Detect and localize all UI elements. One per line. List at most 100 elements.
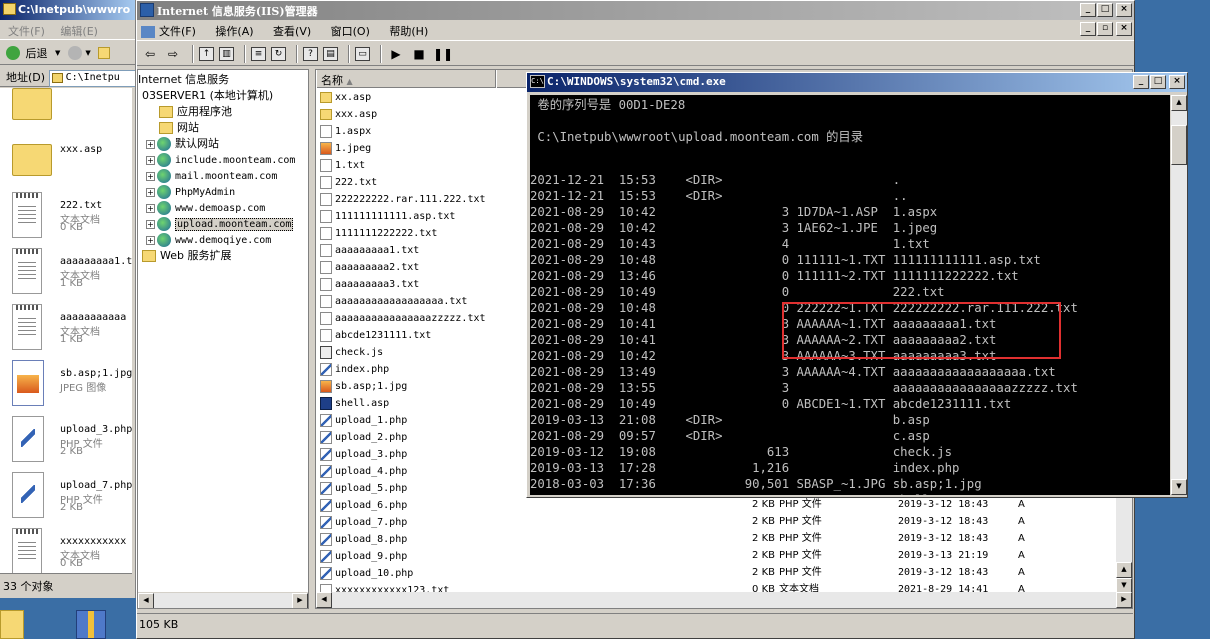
scroll-down-icon[interactable]: ▼	[1171, 479, 1187, 495]
expand-toggle-icon[interactable]: +	[146, 203, 155, 213]
scroll-right-icon[interactable]: ▶	[292, 593, 308, 608]
tree-node[interactable]: 网站	[146, 120, 199, 136]
tree-node[interactable]: + upload.moonteam.com	[146, 216, 294, 232]
file-item[interactable]: upload_7.php PHP 文件 2 KB	[10, 472, 132, 524]
console-line: 2021-08-29 10:49 0 222.txt	[530, 285, 945, 299]
scroll-up-icon[interactable]: ▲	[1116, 562, 1132, 578]
maximize-button[interactable]: □	[1097, 3, 1113, 17]
desktop-folder-icon[interactable]	[0, 610, 24, 639]
menu-file[interactable]: 文件(F)	[159, 25, 196, 38]
scroll-left-icon[interactable]: ◀	[138, 593, 154, 608]
computer-icon[interactable]: ▭	[355, 47, 370, 61]
close-button[interactable]: ×	[1169, 75, 1185, 89]
list-hscroll[interactable]: ◀ ▶	[316, 592, 1132, 608]
console-icon[interactable]: ▤	[323, 47, 338, 61]
scroll-thumb[interactable]	[1171, 125, 1187, 165]
tree-node[interactable]: + www.demoasp.com	[146, 200, 265, 216]
up-level-icon[interactable]: ↑	[199, 47, 214, 61]
tree-node[interactable]: + mail.moonteam.com	[146, 168, 277, 184]
play-icon[interactable]: ▶	[387, 46, 405, 62]
list-item[interactable]: upload_7.php 2 KB PHP 文件 2019-3-12 18:43 A	[320, 513, 1130, 530]
file-item[interactable]: aaaaaaaaaaa 文本文档 1 KB	[10, 304, 132, 356]
minimize-button[interactable]: _	[1133, 75, 1149, 89]
child-minimize-button[interactable]: _	[1080, 22, 1096, 36]
file-name: 1.jpeg	[335, 143, 372, 154]
column-name[interactable]: 名称 ▲	[316, 70, 496, 88]
list-item[interactable]: upload_10.php 2 KB PHP 文件 2019-3-12 18:43 A	[320, 564, 1130, 581]
minimize-button[interactable]: _	[1080, 3, 1096, 17]
tree-node[interactable]: 03SERVER1 (本地计算机)	[142, 88, 273, 104]
explorer-titlebar[interactable]: C:\Inetpub\wwwro	[0, 0, 135, 20]
iis-tree[interactable]: Internet 信息服务 03SERVER1 (本地计算机) 应用程序池 网站 + 默认…	[137, 69, 309, 609]
tree-node[interactable]: Web 服务扩展	[142, 248, 231, 264]
expand-toggle-icon[interactable]: +	[146, 139, 155, 149]
pause-icon[interactable]: ❚❚	[433, 46, 453, 62]
file-item[interactable]: xxx.asp	[10, 136, 132, 188]
list-item[interactable]: upload_6.php 2 KB PHP 文件 2019-3-12 18:43 A	[320, 496, 1130, 513]
cmd-scrollbar[interactable]: ▲ ▼	[1171, 95, 1187, 495]
menu-file[interactable]: 文件(F)	[8, 25, 45, 38]
forward-icon[interactable]: ⇨	[164, 46, 182, 62]
help-icon[interactable]: ?	[303, 47, 318, 61]
file-item[interactable]: upload_3.php PHP 文件 2 KB	[10, 416, 132, 468]
dropdown-arrow-icon[interactable]: ▼	[85, 49, 90, 57]
tree-scrollbar[interactable]: ◀ ▶	[138, 592, 308, 608]
menu-help[interactable]: 帮助(H)	[389, 23, 428, 39]
expand-toggle-icon[interactable]: +	[146, 171, 155, 181]
list-item[interactable]: upload_8.php 2 KB PHP 文件 2019-3-12 18:43 A	[320, 530, 1130, 547]
properties-icon[interactable]: ≡	[251, 47, 266, 61]
list-item[interactable]: upload_9.php 2 KB PHP 文件 2019-3-13 21:19 A	[320, 547, 1130, 564]
scroll-right-icon[interactable]: ▶	[1116, 592, 1132, 608]
menu-action[interactable]: 操作(A)	[215, 23, 253, 39]
txt-file-icon	[320, 277, 332, 291]
refresh-icon[interactable]: ↻	[271, 47, 286, 61]
expand-toggle-icon[interactable]: +	[146, 187, 155, 197]
stop-icon[interactable]: ■	[410, 46, 428, 62]
scroll-up-icon[interactable]: ▲	[1171, 95, 1187, 111]
cmd-console[interactable]: 卷的序列号是 00D1-DE28 C:\Inetpub\wwwroot\uplo…	[530, 95, 1170, 495]
maximize-button[interactable]: □	[1150, 75, 1166, 89]
file-type: PHP 文件	[779, 533, 822, 544]
back-icon[interactable]: ⇦	[141, 46, 159, 62]
explorer-file-view[interactable]: xxx.asp 222.txt 文本文档 0 KB aaaaaaaaa1.t 文本文档 1 …	[0, 88, 132, 573]
desktop-archive-icon[interactable]	[76, 610, 106, 639]
up-folder-icon[interactable]	[98, 47, 111, 59]
file-item[interactable]: 222.txt 文本文档 0 KB	[10, 192, 132, 244]
file-item[interactable]: xxxxxxxxxxx 文本文档 0 KB	[10, 528, 132, 573]
address-input[interactable]: C:\Inetpu	[48, 69, 135, 87]
console-line: 2021-08-29 13:55 3 aaaaaaaaaaaaaaaazzzzz…	[530, 381, 1078, 395]
file-item[interactable]: aaaaaaaaa1.t 文本文档 1 KB	[10, 248, 132, 300]
tree-node[interactable]: + include.moonteam.com	[146, 152, 295, 168]
back-button[interactable]: 后退	[26, 47, 48, 60]
close-button[interactable]: ×	[1116, 3, 1132, 17]
show-tree-icon[interactable]: ▥	[219, 47, 234, 61]
dropdown-arrow-icon[interactable]: ▼	[55, 49, 60, 57]
list-vscroll[interactable]: ▲ ▼	[1116, 492, 1132, 594]
tree-node[interactable]: + PhpMyAdmin	[146, 184, 235, 200]
child-restore-button[interactable]: ▫	[1097, 22, 1113, 36]
forward-arrow-icon[interactable]	[67, 46, 82, 60]
menu-window[interactable]: 窗口(O)	[331, 23, 370, 39]
console-line: 2021-12-21 15:48 23 shell.asp	[530, 492, 959, 495]
cmd-titlebar[interactable]: C:\ C:\WINDOWS\system32\cmd.exe _ □ ×	[527, 73, 1187, 92]
file-type: PHP 文件	[779, 550, 822, 561]
iis-titlebar[interactable]: Internet 信息服务(IIS)管理器 _ □ ×	[137, 1, 1134, 20]
child-close-button[interactable]: ×	[1116, 22, 1132, 36]
tree-node[interactable]: 应用程序池	[146, 104, 232, 120]
file-item[interactable]: sb.asp;1.jpg JPEG 图像	[10, 360, 132, 412]
file-name: upload_5.php	[335, 483, 408, 494]
back-arrow-icon[interactable]	[6, 46, 20, 60]
tree-node[interactable]: + www.demoqiye.com	[146, 232, 271, 248]
php-file-icon	[320, 413, 332, 427]
menu-edit[interactable]: 编辑(E)	[60, 25, 98, 38]
expand-toggle-icon[interactable]: +	[146, 235, 155, 245]
expand-toggle-icon[interactable]: +	[146, 155, 155, 165]
console-line: 卷的序列号是 00D1-DE28	[530, 98, 686, 112]
menu-view[interactable]: 查看(V)	[273, 23, 311, 39]
expand-toggle-icon[interactable]: +	[146, 219, 155, 229]
tree-node[interactable]: + 默认网站	[146, 136, 219, 152]
file-item[interactable]	[10, 88, 132, 132]
scroll-left-icon[interactable]: ◀	[316, 592, 332, 608]
folder-file-icon	[12, 88, 52, 120]
tree-node[interactable]: Internet 信息服务	[138, 72, 229, 88]
